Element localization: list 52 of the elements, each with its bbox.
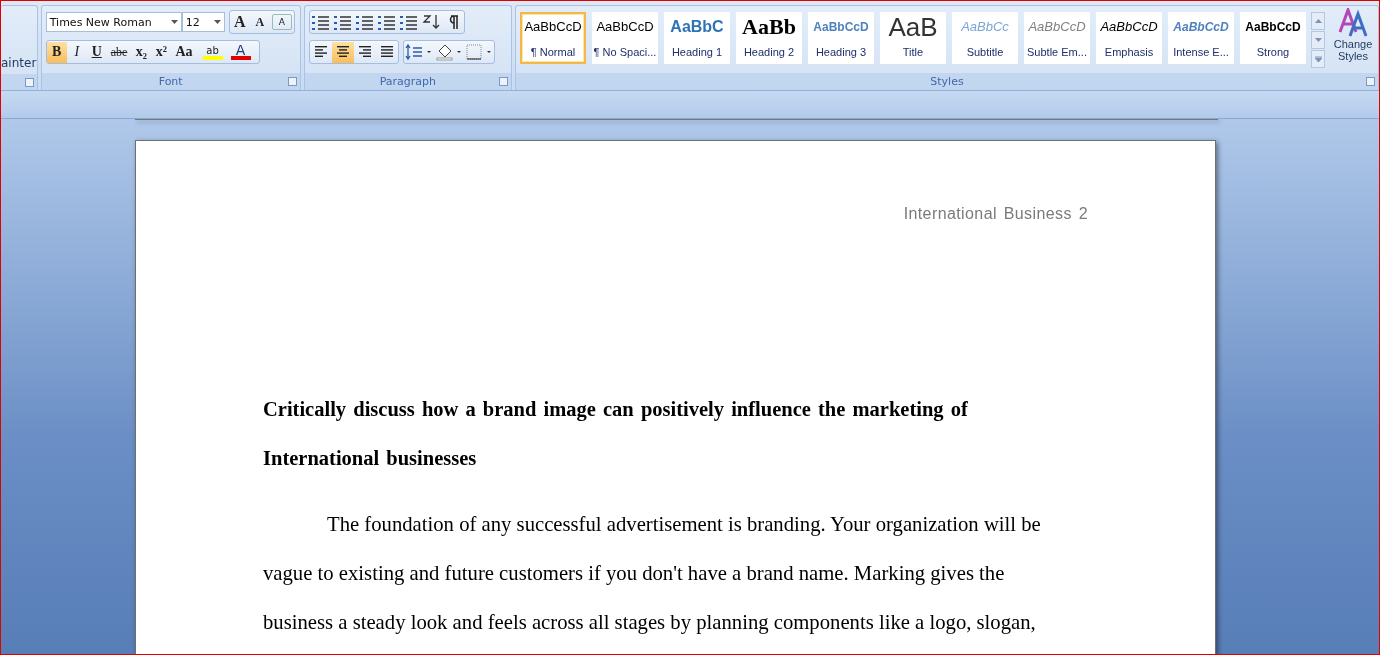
dialog-launcher-icon[interactable] bbox=[499, 77, 508, 86]
format-painter-label[interactable]: ainter bbox=[1, 56, 37, 70]
style-preset[interactable]: AaBbCcD ¶ Normal bbox=[520, 12, 586, 64]
style-preset[interactable]: AaBbCcD Intense E... bbox=[1168, 12, 1234, 64]
style-preset[interactable]: AaBbC Heading 1 bbox=[664, 12, 730, 64]
style-preset[interactable]: AaBbCcD Subtle Em... bbox=[1024, 12, 1090, 64]
underline-button[interactable]: U bbox=[86, 41, 107, 63]
align-center-icon bbox=[334, 45, 351, 59]
highlight-button[interactable]: ab bbox=[202, 44, 223, 60]
clear-formatting-button[interactable]: A bbox=[271, 14, 292, 30]
align-center-button[interactable] bbox=[331, 41, 354, 63]
style-preset[interactable]: AaB Title bbox=[880, 12, 946, 64]
scroll-down-icon[interactable] bbox=[1314, 38, 1322, 42]
change-styles-button[interactable]: Change Styles bbox=[1331, 8, 1375, 62]
align-justify-icon bbox=[378, 45, 395, 59]
style-preset[interactable]: AaBbCc Subtitle bbox=[952, 12, 1018, 64]
dropdown-arrow-icon[interactable] bbox=[213, 20, 221, 24]
style-preset[interactable]: AaBbCcD ¶ No Spaci... bbox=[592, 12, 658, 64]
line-spacing-icon[interactable] bbox=[403, 42, 434, 62]
dialog-launcher-icon[interactable] bbox=[1366, 77, 1375, 86]
group-label: Font bbox=[158, 75, 183, 88]
bold-button[interactable]: B bbox=[46, 41, 67, 63]
dialog-launcher-icon[interactable] bbox=[24, 78, 34, 87]
document-heading: Critically discuss how a brand image can positively influence the marketing of International businesses bbox=[263, 397, 969, 471]
case-button[interactable]: Aa bbox=[171, 41, 197, 63]
gallery-scrollbar[interactable] bbox=[1311, 12, 1325, 68]
body-paragraph: The foundation of any successful advertisement is branding. Your organization will be vague to existing and future customers if you don't have a brand name. Marking gives the business a steady look and feels across all stages by planning components like a logo, slogan, bbox=[263, 512, 1042, 636]
italic-button[interactable]: I bbox=[66, 41, 87, 63]
border-grid-icon[interactable] bbox=[463, 42, 494, 62]
font-name-field[interactable]: Times New Roman bbox=[45, 12, 182, 32]
group-label: Styles bbox=[930, 75, 964, 88]
grow-font-button[interactable]: A bbox=[229, 11, 250, 33]
sub-button[interactable]: x₂ bbox=[131, 41, 152, 63]
style-preset[interactable]: AaBbCcD Strong bbox=[1240, 12, 1306, 64]
more-styles-icon[interactable] bbox=[1314, 56, 1322, 62]
scroll-up-icon[interactable] bbox=[1314, 19, 1322, 23]
strike-button[interactable]: abe bbox=[106, 41, 132, 63]
align-right-icon bbox=[356, 45, 373, 59]
style-preset[interactable]: AaBbCcD Emphasis bbox=[1096, 12, 1162, 64]
paint-bucket-icon[interactable] bbox=[433, 42, 464, 62]
group-label: Paragraph bbox=[379, 75, 436, 88]
dropdown-arrow-icon[interactable] bbox=[170, 20, 178, 24]
align-left-icon bbox=[312, 45, 329, 59]
letters-a-icon bbox=[1338, 8, 1368, 38]
page-header: International Business 2 bbox=[902, 205, 1088, 223]
style-preset[interactable]: AaBbCcD Heading 3 bbox=[808, 12, 874, 64]
font-size-field[interactable]: 12 bbox=[181, 12, 225, 32]
dialog-launcher-icon[interactable] bbox=[287, 77, 297, 86]
sup-button[interactable]: x² bbox=[151, 41, 172, 63]
style-preset[interactable]: AaBb Heading 2 bbox=[736, 12, 802, 64]
color-button[interactable]: A bbox=[230, 44, 251, 60]
shrink-font-button[interactable]: A bbox=[249, 11, 270, 33]
